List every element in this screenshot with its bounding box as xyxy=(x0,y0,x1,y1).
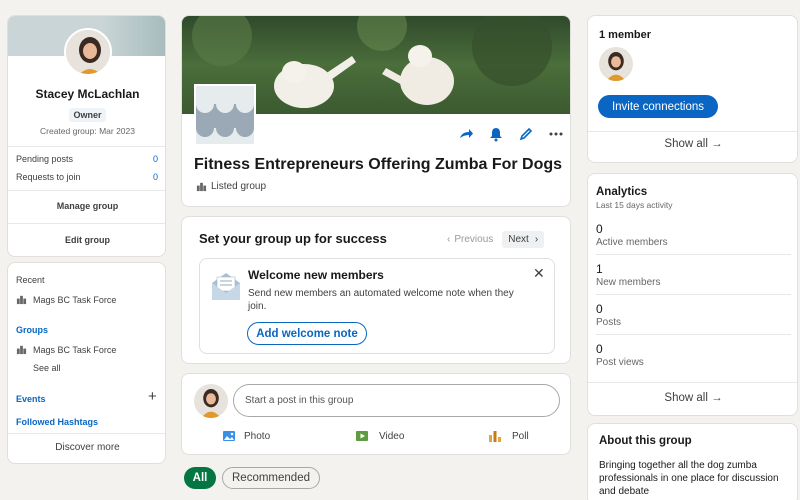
analytics-value: 0 xyxy=(596,342,603,356)
welcome-title: Welcome new members xyxy=(248,268,384,282)
recent-item[interactable]: Mags BC Task Force xyxy=(16,294,116,305)
stat-label: Requests to join xyxy=(16,172,81,182)
setup-title: Set your group up for success xyxy=(199,231,387,246)
analytics-item[interactable]: 0 Post views xyxy=(596,342,644,368)
created-date: Created group: Mar 2023 xyxy=(40,126,135,136)
about-text: Bringing together all the dog zumba prof… xyxy=(599,460,779,497)
analytics-label: New members xyxy=(596,277,661,288)
analytics-value: 0 xyxy=(596,222,603,236)
group-title: Fitness Entrepreneurs Offering Zumba For… xyxy=(194,156,563,173)
analytics-value: 0 xyxy=(596,302,603,316)
stat-label: Pending posts xyxy=(16,154,74,164)
discover-more-button[interactable]: Discover more xyxy=(8,442,165,453)
manage-group-button[interactable]: Manage group xyxy=(8,196,165,216)
video-icon xyxy=(356,431,368,441)
chevron-right-icon: › xyxy=(534,234,539,245)
stat-pending-posts[interactable]: Pending posts 0 xyxy=(16,151,158,167)
poll-icon xyxy=(489,431,501,442)
recent-item-label: Mags BC Task Force xyxy=(33,294,117,305)
members-card: 1 member Invite connections Show all → xyxy=(587,15,798,163)
member-avatar[interactable] xyxy=(599,47,633,81)
photo-icon xyxy=(223,431,235,441)
analytics-card: Analytics Last 15 days activity 0 Active… xyxy=(587,173,798,416)
hashtags-link[interactable]: Followed Hashtags xyxy=(16,417,98,427)
video-label: Video xyxy=(379,430,405,442)
analytics-item[interactable]: 1 New members xyxy=(596,262,660,288)
filter-recommended[interactable]: Recommended xyxy=(222,467,320,489)
chevron-left-icon: ‹ xyxy=(447,234,451,245)
see-all-link[interactable]: See all xyxy=(33,363,61,373)
bell-icon[interactable] xyxy=(488,126,504,142)
photo-label: Photo xyxy=(244,430,271,442)
analytics-label: Post views xyxy=(596,357,644,368)
group-icon xyxy=(16,295,27,305)
add-welcome-note-button[interactable]: Add welcome note xyxy=(247,322,367,345)
group-type: Listed group xyxy=(211,181,267,192)
start-post-input[interactable]: Start a post in this group xyxy=(233,384,560,417)
poll-button[interactable]: Poll xyxy=(488,429,529,443)
add-event-icon[interactable]: + xyxy=(148,388,157,405)
welcome-desc: Send new members an automated welcome no… xyxy=(248,288,514,312)
group-icon xyxy=(16,345,27,355)
setup-card: Set your group up for success ‹ Previous… xyxy=(181,216,571,364)
stat-value: 0 xyxy=(152,154,158,164)
listed-group-icon xyxy=(196,182,207,192)
stat-requests-join[interactable]: Requests to join 0 xyxy=(16,169,158,185)
groups-item-label: Mags BC Task Force xyxy=(33,344,117,355)
composer-avatar[interactable] xyxy=(194,384,228,418)
recent-heading: Recent xyxy=(16,275,45,285)
stat-value: 0 xyxy=(152,172,158,182)
welcome-card: Welcome new members ✕ Send new members a… xyxy=(199,258,555,354)
post-composer-card: Start a post in this group Photo Video P… xyxy=(181,373,571,455)
invite-connections-button[interactable]: Invite connections xyxy=(598,95,718,118)
video-button[interactable]: Video xyxy=(355,429,404,443)
analytics-title: Analytics xyxy=(596,186,648,198)
previous-label: Previous xyxy=(454,234,494,245)
edit-group-button[interactable]: Edit group xyxy=(8,230,165,250)
events-link[interactable]: Events xyxy=(16,394,46,404)
pencil-icon[interactable] xyxy=(518,126,534,142)
envelope-icon xyxy=(212,273,240,300)
member-count: 1 member xyxy=(599,29,651,41)
analytics-subtitle: Last 15 days activity xyxy=(596,200,673,210)
analytics-label: Posts xyxy=(596,317,622,328)
groups-heading[interactable]: Groups xyxy=(16,325,48,335)
next-button[interactable]: Next › xyxy=(502,231,545,248)
nav-card: Recent Mags BC Task Force Groups Mags BC… xyxy=(7,262,166,464)
about-title: About this group xyxy=(599,435,692,447)
poll-label: Poll xyxy=(512,430,529,442)
analytics-label: Active members xyxy=(596,237,668,248)
analytics-value: 1 xyxy=(596,262,603,276)
group-header-card: Fitness Entrepreneurs Offering Zumba For… xyxy=(181,15,571,207)
role-badge: Owner xyxy=(69,108,106,122)
analytics-item[interactable]: 0 Posts xyxy=(596,302,621,328)
avatar[interactable] xyxy=(64,28,112,76)
about-card: About this group Bringing together all t… xyxy=(587,423,798,500)
start-post-placeholder: Start a post in this group xyxy=(245,395,354,406)
analytics-show-all[interactable]: Show all → xyxy=(588,392,797,404)
next-label: Next xyxy=(508,234,529,245)
profile-name[interactable]: Stacey McLachlan xyxy=(8,87,165,101)
filter-all[interactable]: All xyxy=(184,467,216,489)
groups-item[interactable]: Mags BC Task Force xyxy=(16,344,116,355)
photo-button[interactable]: Photo xyxy=(222,429,270,443)
share-icon[interactable] xyxy=(458,126,474,142)
previous-button[interactable]: ‹ Previous xyxy=(444,232,496,247)
members-show-all[interactable]: Show all → xyxy=(588,138,797,150)
close-icon[interactable]: ✕ xyxy=(533,265,545,282)
group-logo xyxy=(194,84,256,146)
profile-card: Stacey McLachlan Owner Created group: Ma… xyxy=(7,15,166,257)
more-icon[interactable] xyxy=(548,126,564,142)
analytics-item[interactable]: 0 Active members xyxy=(596,222,668,248)
